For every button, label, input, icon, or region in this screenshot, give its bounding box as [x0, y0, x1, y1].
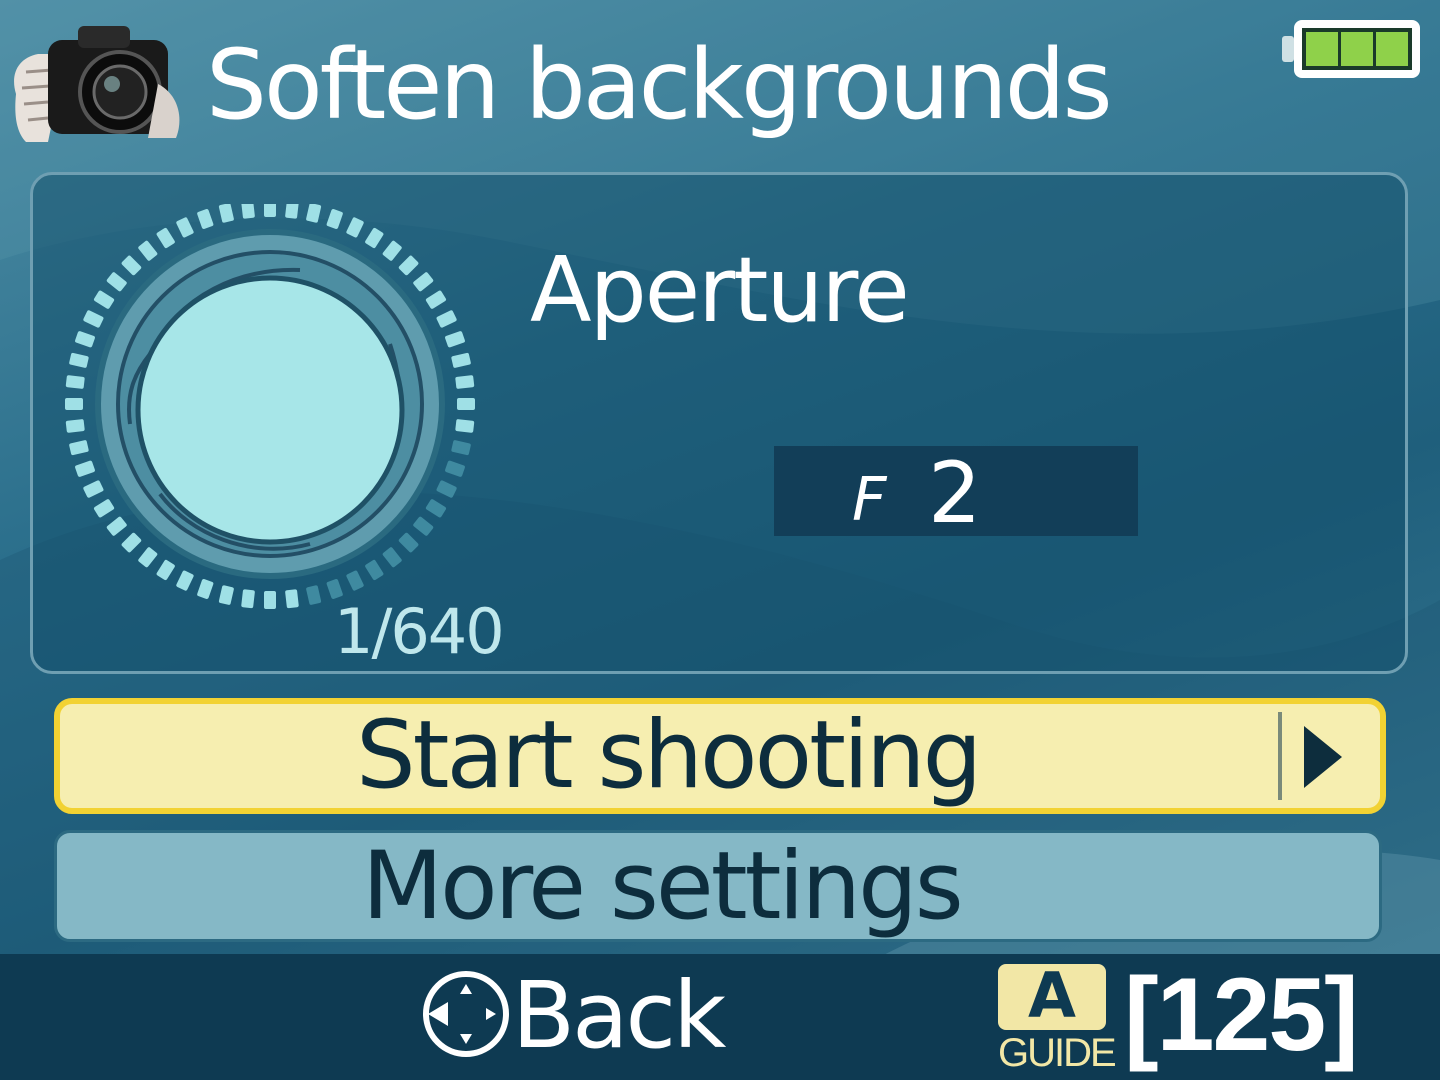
dial-tick: [218, 585, 234, 605]
dial-tick: [346, 570, 364, 591]
dial-tick: [264, 204, 276, 217]
dial-tick: [306, 204, 322, 223]
dial-tick: [138, 240, 158, 261]
dial-tick: [156, 227, 175, 249]
dial-tick: [455, 375, 475, 389]
dial-tick: [93, 290, 115, 309]
back-label[interactable]: Back: [512, 962, 726, 1070]
multi-selector-icon: [423, 971, 509, 1057]
aperture-dial-icon: [65, 204, 475, 609]
shots-remaining-counter: [125]: [1124, 957, 1359, 1073]
dial-tick: [365, 227, 384, 249]
dial-tick: [436, 310, 457, 328]
dial-tick: [75, 460, 95, 477]
more-settings-label[interactable]: More settings: [362, 832, 964, 942]
aperture-label: Aperture: [530, 238, 910, 343]
dial-tick: [425, 499, 447, 518]
dial-tick: [156, 559, 175, 581]
dial-tick: [413, 516, 434, 536]
dial-tick: [241, 589, 255, 609]
dial-tick: [218, 204, 234, 223]
shutter-speed-value: 1/640: [334, 595, 505, 668]
dial-tick: [106, 516, 127, 536]
dial-tick: [83, 310, 104, 328]
dial-tick: [93, 499, 115, 518]
dial-tick: [106, 272, 127, 292]
page-title: Soften backgrounds: [206, 29, 1113, 141]
dial-tick: [65, 398, 83, 410]
dial-tick: [69, 352, 89, 368]
dial-tick: [241, 204, 255, 219]
dial-tick: [382, 547, 402, 568]
dial-tick: [138, 547, 158, 568]
start-shooting-label[interactable]: Start shooting: [356, 700, 982, 812]
dial-tick: [285, 589, 299, 609]
dial-tick: [121, 532, 142, 553]
dial-tick: [121, 255, 142, 276]
guide-mode-letter: A: [1028, 959, 1076, 1032]
dial-tick: [83, 480, 104, 498]
dial-tick: [365, 559, 384, 581]
dial-tick: [285, 204, 299, 219]
dial-tick: [197, 579, 214, 599]
dial-tick: [398, 255, 419, 276]
dial-tick: [326, 209, 343, 229]
f-number-value: 2: [928, 444, 982, 542]
dial-tick: [65, 419, 85, 433]
dial-tick: [398, 532, 419, 553]
dial-tick: [436, 480, 457, 498]
dial-tick: [382, 240, 402, 261]
dial-tick: [455, 419, 475, 433]
dial-tick: [413, 272, 434, 292]
dial-tick: [451, 352, 471, 368]
dial-tick: [75, 331, 95, 348]
dial-tick: [451, 440, 471, 456]
f-letter: F: [852, 465, 887, 535]
dial-tick: [306, 585, 322, 605]
guide-mode-text: GUIDE: [998, 1031, 1117, 1075]
dial-tick: [197, 209, 214, 229]
dial-tick: [69, 440, 89, 456]
camera-icon: [14, 26, 180, 142]
button-divider: [1278, 712, 1282, 800]
battery-full-icon: [1282, 20, 1420, 78]
dial-tick: [457, 398, 475, 410]
dial-tick: [445, 331, 465, 348]
dial-tick: [264, 591, 276, 609]
dial-tick: [346, 217, 364, 238]
dial-tick: [425, 290, 447, 309]
dial-tick: [65, 375, 85, 389]
dial-tick: [445, 460, 465, 477]
arrow-right-icon[interactable]: [1300, 724, 1344, 790]
dial-tick: [176, 570, 194, 591]
dial-tick: [176, 217, 194, 238]
